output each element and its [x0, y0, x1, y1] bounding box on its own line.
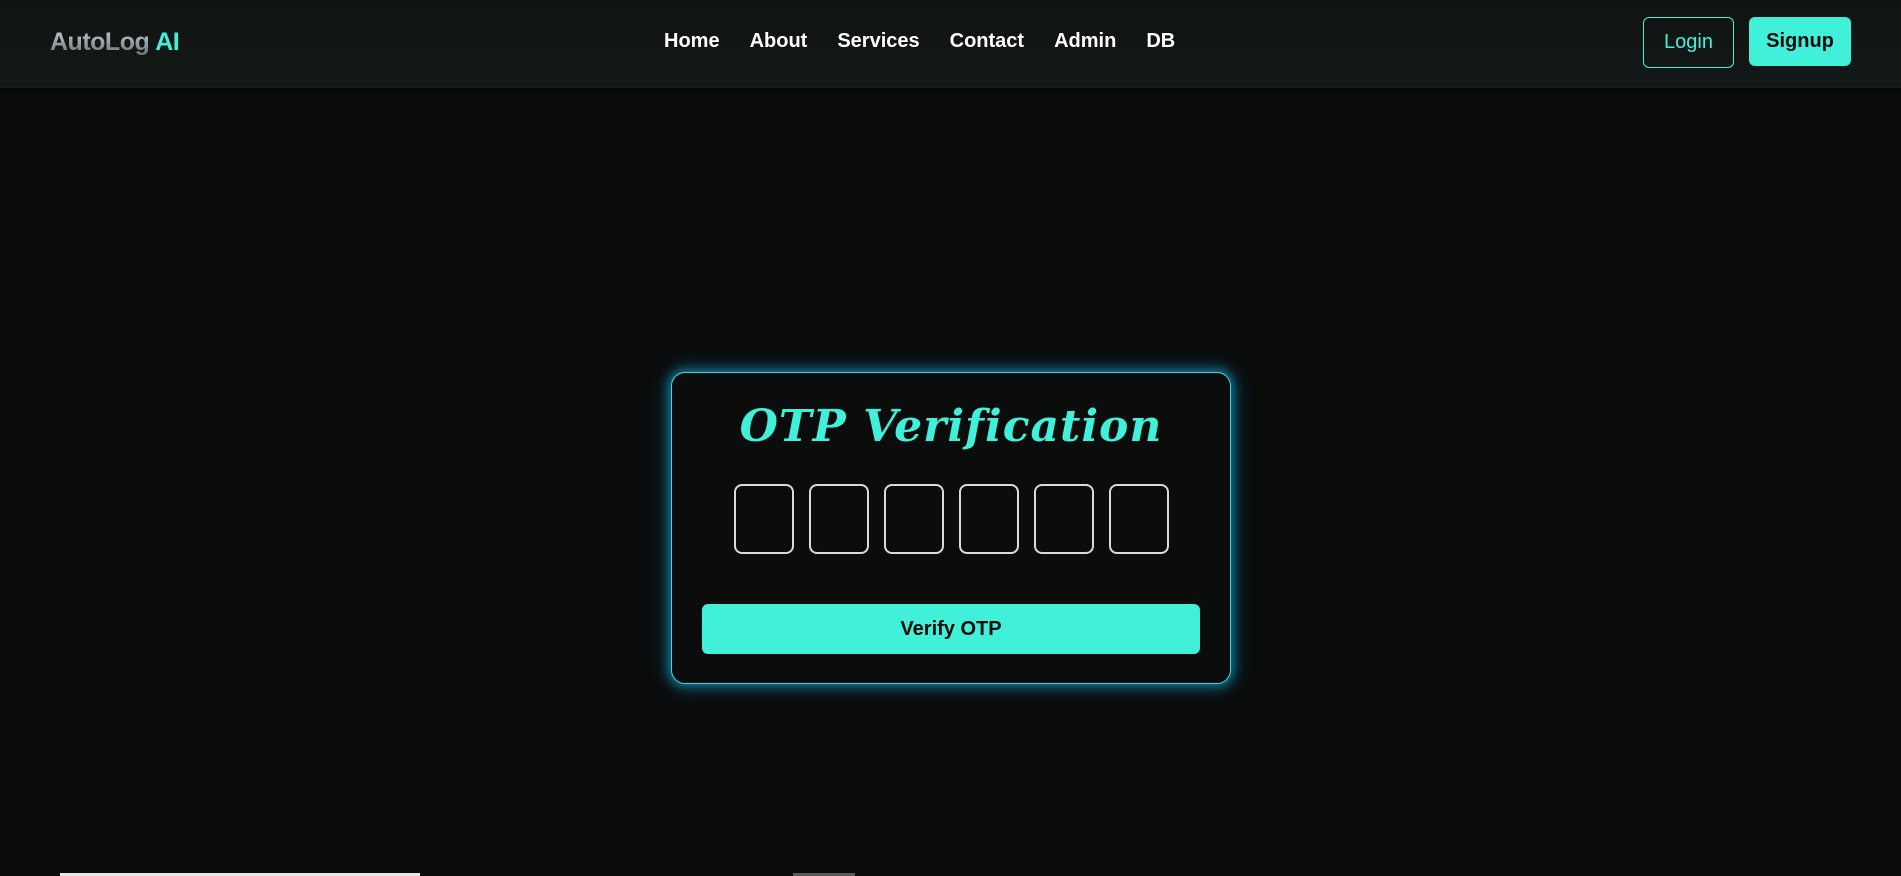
- main-nav: Home About Services Contact Admin DB: [664, 30, 1175, 53]
- otp-digit-6[interactable]: [1109, 484, 1169, 554]
- otp-digit-5[interactable]: [1034, 484, 1094, 554]
- otp-verification-card: OTP Verification Verify OTP: [671, 372, 1231, 684]
- otp-digit-4[interactable]: [959, 484, 1019, 554]
- nav-link-contact[interactable]: Contact: [950, 30, 1024, 53]
- nav-link-home[interactable]: Home: [664, 30, 720, 53]
- nav-link-db[interactable]: DB: [1146, 30, 1175, 53]
- otp-input-group: [734, 484, 1169, 554]
- otp-digit-1[interactable]: [734, 484, 794, 554]
- top-navbar: AutoLog AI Home About Services Contact Ad…: [0, 0, 1901, 88]
- verify-otp-button[interactable]: Verify OTP: [702, 604, 1200, 654]
- logo-text: AutoLog: [50, 28, 150, 56]
- nav-link-about[interactable]: About: [750, 30, 808, 53]
- nav-link-services[interactable]: Services: [837, 30, 919, 53]
- logo[interactable]: AutoLog AI: [50, 28, 180, 57]
- signup-button[interactable]: Signup: [1749, 17, 1851, 66]
- login-button[interactable]: Login: [1643, 17, 1734, 68]
- otp-digit-2[interactable]: [809, 484, 869, 554]
- otp-title: OTP Verification: [739, 401, 1163, 452]
- otp-digit-3[interactable]: [884, 484, 944, 554]
- nav-link-admin[interactable]: Admin: [1054, 30, 1116, 53]
- logo-accent-text: AI: [155, 28, 180, 56]
